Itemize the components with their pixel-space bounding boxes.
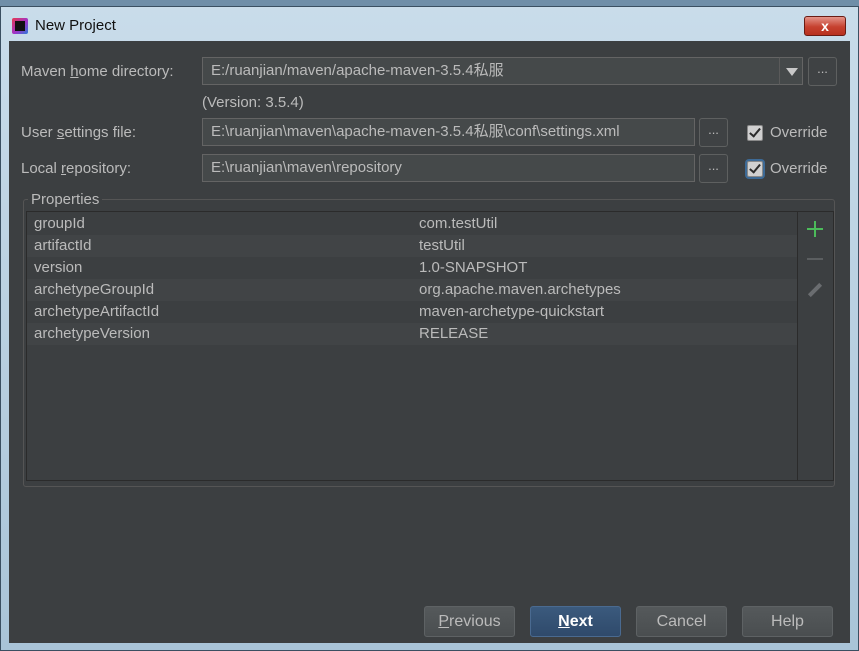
table-row[interactable]: archetypeArtifactId maven-archetype-quick… bbox=[27, 301, 797, 323]
property-value: com.testUtil bbox=[419, 215, 498, 232]
previous-button[interactable]: Previous bbox=[424, 606, 515, 637]
properties-table[interactable]: groupId com.testUtil artifactId testUtil ver… bbox=[26, 211, 798, 481]
local-repository-field[interactable]: E:\ruanjian\maven\repository bbox=[202, 154, 695, 182]
property-key: archetypeGroupId bbox=[34, 281, 155, 298]
table-row[interactable]: groupId com.testUtil bbox=[27, 213, 797, 235]
cancel-button[interactable]: Cancel bbox=[636, 606, 727, 637]
maven-home-label: Maven home directory: bbox=[21, 63, 174, 80]
maven-version-text: (Version: 3.5.4) bbox=[202, 94, 304, 111]
close-button[interactable]: x bbox=[804, 16, 846, 36]
table-row[interactable]: archetypeVersion RELEASE bbox=[27, 323, 797, 345]
add-icon[interactable] bbox=[806, 220, 824, 238]
dialog-content: Maven home directory: E:/ruanjian/maven/… bbox=[9, 41, 850, 643]
next-button[interactable]: Next bbox=[530, 606, 621, 637]
local-repository-override-label[interactable]: Override bbox=[770, 160, 828, 177]
edit-pencil-icon[interactable] bbox=[806, 282, 824, 300]
maven-home-combo[interactable]: E:/ruanjian/maven/apache-maven-3.5.4私服 bbox=[202, 57, 780, 85]
chevron-down-icon[interactable] bbox=[779, 57, 803, 85]
property-value: 1.0-SNAPSHOT bbox=[419, 259, 528, 276]
window-title: New Project bbox=[35, 17, 116, 34]
property-key: artifactId bbox=[34, 237, 92, 254]
property-key: groupId bbox=[34, 215, 85, 232]
user-settings-override-checkbox[interactable] bbox=[747, 125, 763, 141]
table-row[interactable]: archetypeGroupId org.apache.maven.archety… bbox=[27, 279, 797, 301]
property-value: org.apache.maven.archetypes bbox=[419, 281, 621, 298]
user-settings-browse-button[interactable]: ... bbox=[699, 118, 728, 147]
properties-group-title: Properties bbox=[28, 191, 103, 208]
table-row[interactable]: artifactId testUtil bbox=[27, 235, 797, 257]
property-key: version bbox=[34, 259, 83, 276]
property-value: RELEASE bbox=[419, 325, 489, 342]
help-button[interactable]: Help bbox=[742, 606, 833, 637]
new-project-dialog: New Project x Maven home directory: E:/r… bbox=[0, 6, 859, 651]
properties-toolbar bbox=[798, 211, 834, 481]
property-key: archetypeArtifactId bbox=[34, 303, 160, 320]
remove-icon[interactable] bbox=[806, 250, 824, 268]
user-settings-field[interactable]: E:\ruanjian\maven\apache-maven-3.5.4私服\c… bbox=[202, 118, 695, 146]
maven-home-browse-button[interactable]: ... bbox=[808, 57, 837, 86]
property-key: archetypeVersion bbox=[34, 325, 150, 342]
local-repository-label: Local repository: bbox=[21, 160, 132, 177]
property-value: testUtil bbox=[419, 237, 465, 254]
intellij-app-icon bbox=[12, 18, 28, 34]
user-settings-label: User settings file: bbox=[21, 124, 137, 141]
local-repository-override-checkbox[interactable] bbox=[747, 161, 763, 177]
local-repository-browse-button[interactable]: ... bbox=[699, 154, 728, 183]
title-bar[interactable]: New Project x bbox=[1, 7, 858, 39]
table-row[interactable]: version 1.0-SNAPSHOT bbox=[27, 257, 797, 279]
user-settings-override-label[interactable]: Override bbox=[770, 124, 828, 141]
property-value: maven-archetype-quickstart bbox=[419, 303, 605, 320]
